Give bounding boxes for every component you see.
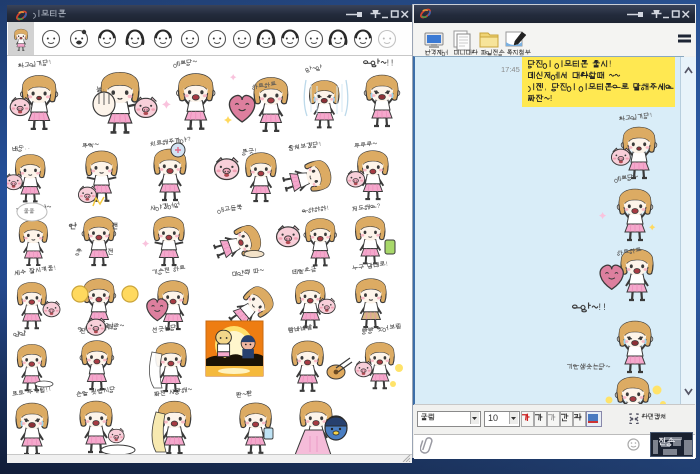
svg-text:!: ! xyxy=(49,60,52,66)
svg-text:!: ! xyxy=(327,206,330,212)
svg-text:?: ? xyxy=(187,137,192,143)
svg-text:!: ! xyxy=(603,302,606,312)
svg-text:!: ! xyxy=(650,113,653,119)
svg-text:!: ! xyxy=(598,302,601,312)
svg-text:!: ! xyxy=(49,387,52,393)
svg-text:.: . xyxy=(28,145,31,151)
svg-text:!: ! xyxy=(54,265,57,271)
svg-text:!: ! xyxy=(386,261,389,267)
svg-text:?: ? xyxy=(377,203,382,209)
svg-text:!: ! xyxy=(387,58,389,67)
svg-text:!: ! xyxy=(319,142,322,148)
svg-text:!: ! xyxy=(391,58,393,67)
